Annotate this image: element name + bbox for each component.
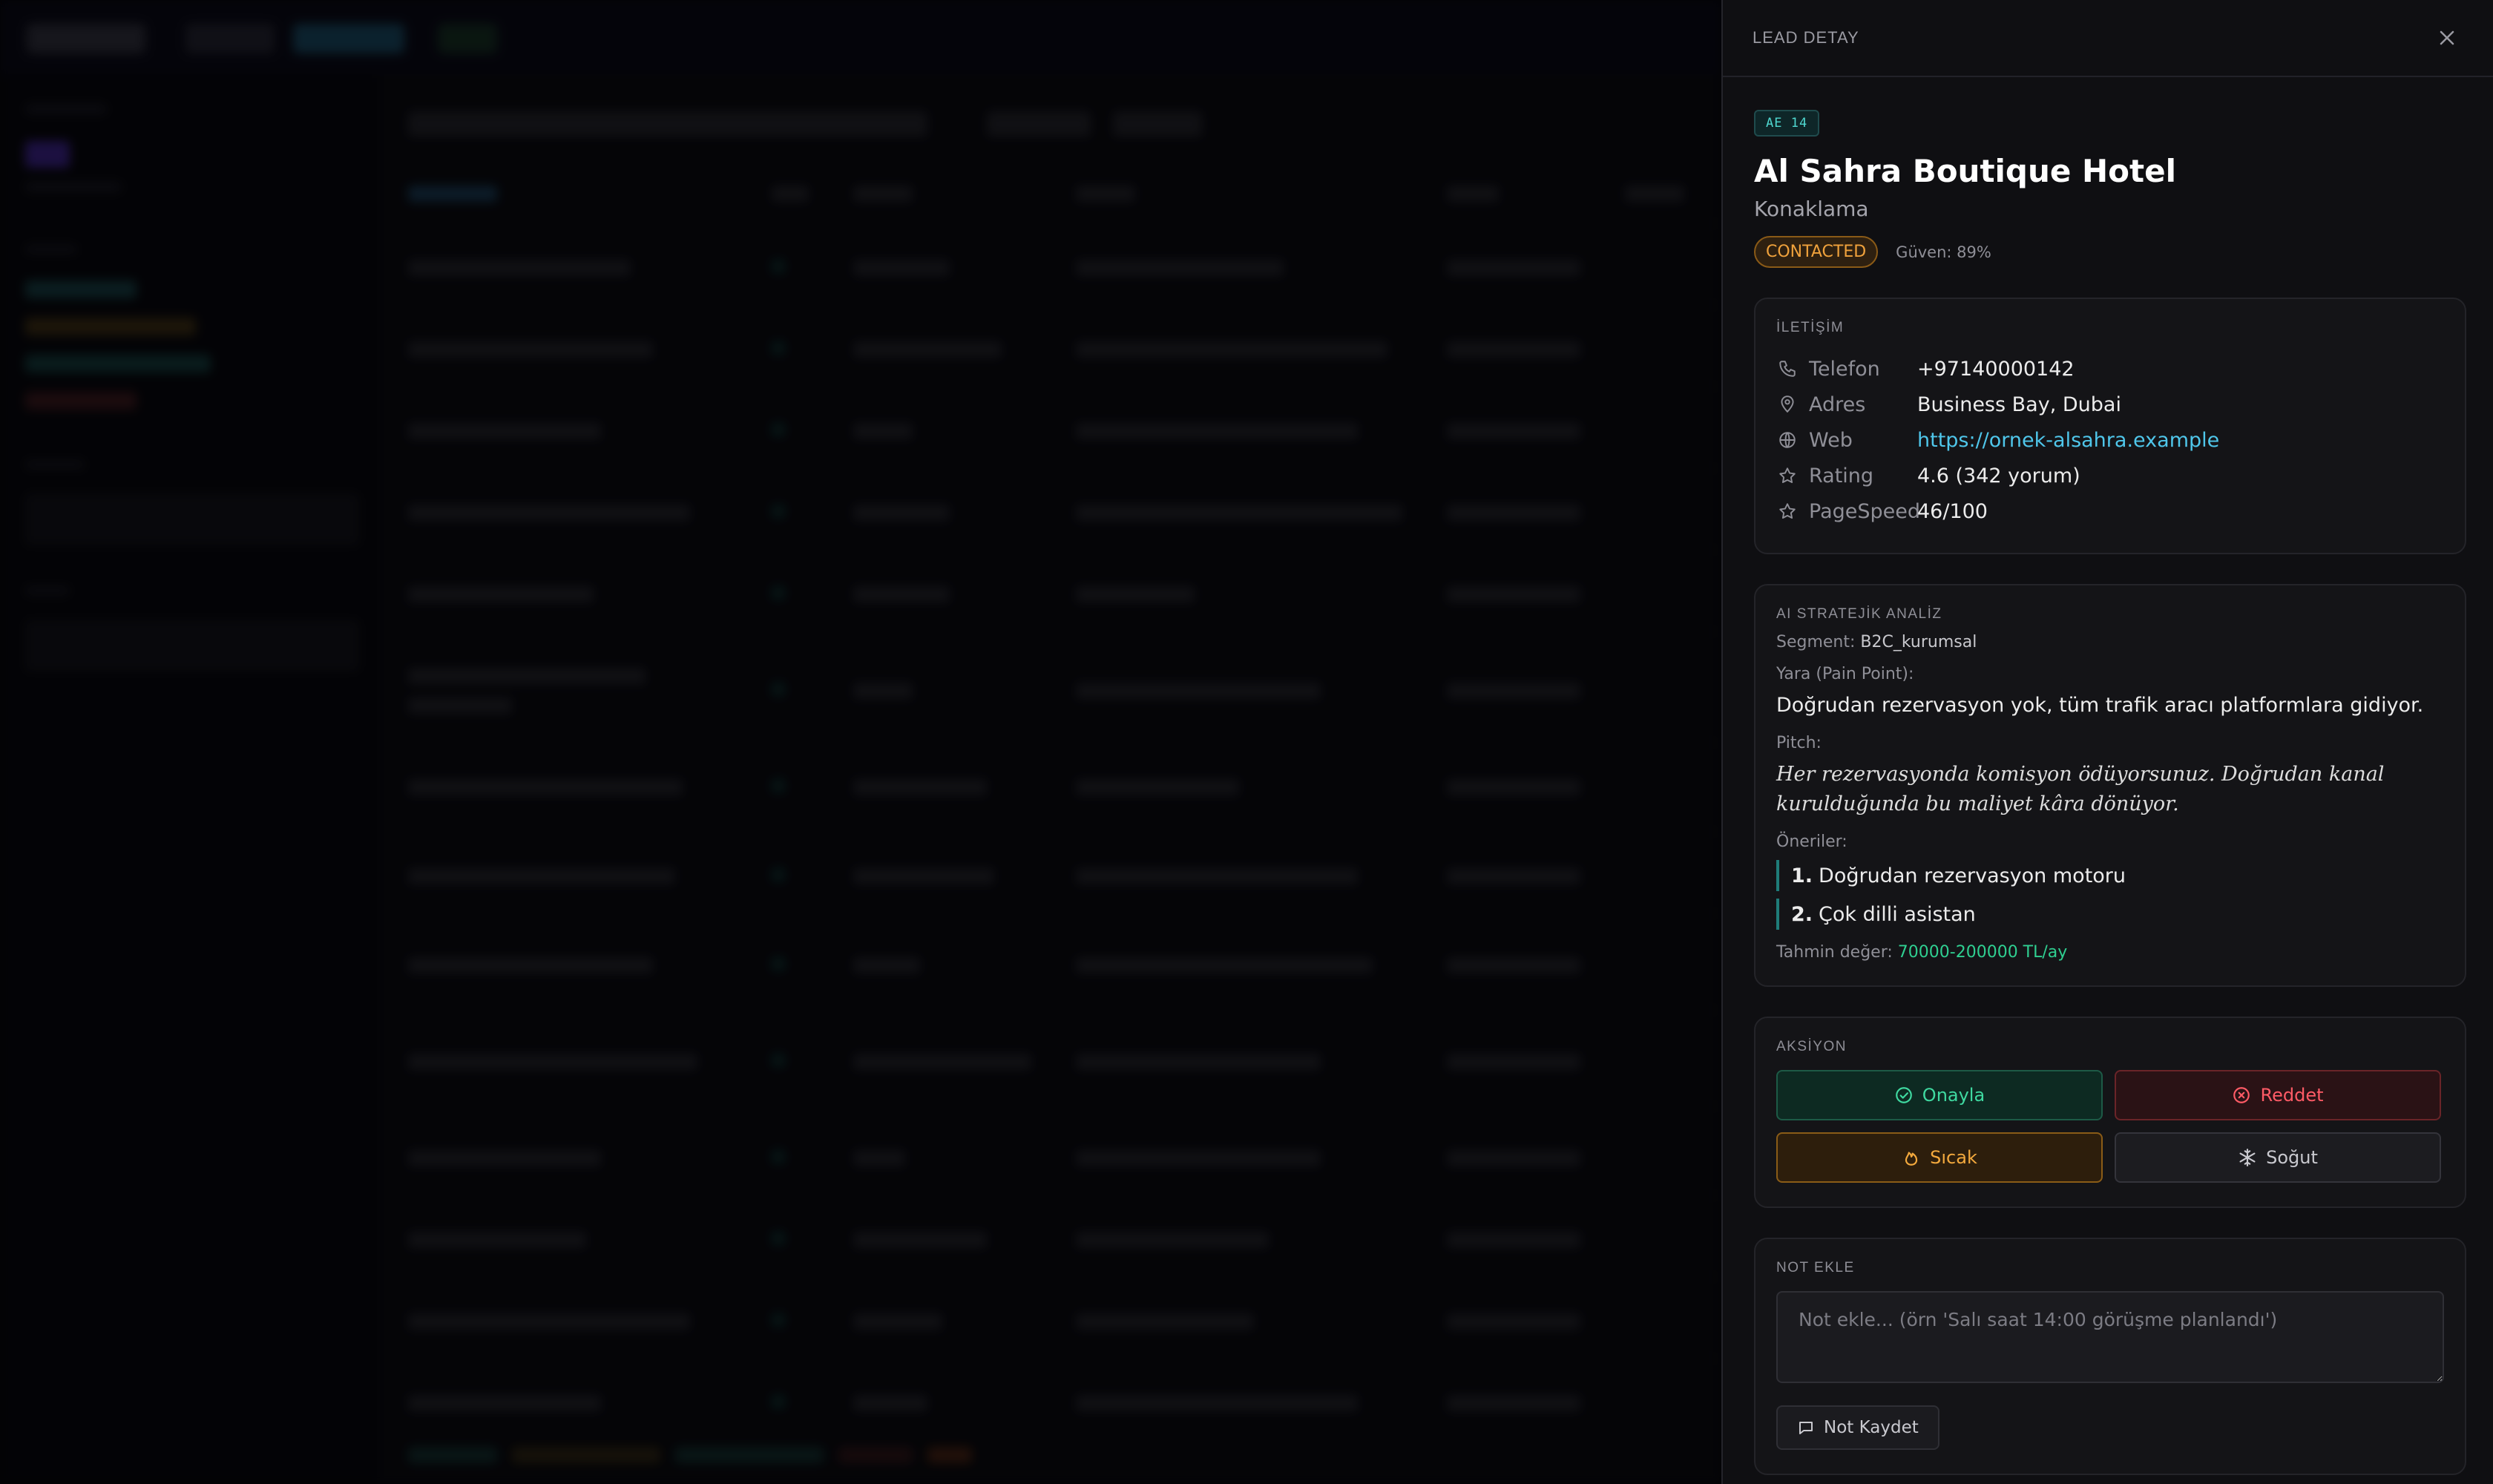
recommendation-item: 2. Çok dilli asistan — [1776, 899, 2444, 930]
ai-analysis-card: AI STRATEJİK ANALİZ Segment: B2C_kurumsa… — [1754, 584, 2466, 987]
contact-row-web: Web https://ornek-alsahra.example — [1776, 422, 2444, 458]
segment-label: Segment: — [1776, 633, 1856, 651]
drawer-header: LEAD DETAY — [1723, 0, 2493, 77]
recommendation-number: 2. — [1791, 902, 1813, 926]
approve-button[interactable]: Onayla — [1776, 1070, 2103, 1120]
contact-card: İLETİŞİM Telefon +97140000142 Adres Busi… — [1754, 298, 2466, 554]
mark-cold-button[interactable]: Soğut — [2115, 1132, 2441, 1183]
segment-line: Segment: B2C_kurumsal — [1776, 633, 2444, 651]
recommendation-text: Doğrudan rezervasyon motoru — [1819, 864, 2126, 887]
lead-category: Konaklama — [1754, 197, 1869, 221]
contact-list: Telefon +97140000142 Adres Business Bay,… — [1776, 351, 2444, 529]
confidence-score: Güven: 89% — [1896, 243, 1991, 261]
mark-hot-button[interactable]: Sıcak — [1776, 1132, 2103, 1183]
lead-detail-drawer: LEAD DETAY AE 14 Al Sahra Boutique Hotel… — [1721, 0, 2493, 1484]
close-button[interactable] — [2431, 22, 2463, 54]
actions-section-label: AKSİYON — [1776, 1039, 1847, 1054]
recommendation-text: Çok dilli asistan — [1819, 902, 1976, 926]
recommendations-list: 1. Doğrudan rezervasyon motoru 2. Çok di… — [1776, 860, 2444, 930]
estimate-value: 70000-200000 TL/ay — [1897, 943, 2068, 962]
contact-row-address: Adres Business Bay, Dubai — [1776, 387, 2444, 422]
web-label: Web — [1809, 428, 1853, 452]
phone-label: Telefon — [1809, 357, 1880, 381]
lead-id-badge: AE 14 — [1754, 110, 1820, 137]
note-section-label: NOT EKLE — [1776, 1260, 1855, 1275]
recommendations-label: Öneriler: — [1776, 833, 1847, 851]
drawer-title: LEAD DETAY — [1753, 28, 1859, 47]
contact-row-pagespeed: PageSpeed 46/100 — [1776, 493, 2444, 529]
cold-label: Soğut — [2266, 1147, 2318, 1168]
pagespeed-label: PageSpeed — [1809, 499, 1921, 523]
recommendation-number: 1. — [1791, 864, 1813, 887]
actions-grid: Onayla Reddet Sıcak Soğut — [1776, 1070, 2444, 1183]
lead-name: Al Sahra Boutique Hotel — [1754, 153, 2176, 189]
estimate-line: Tahmin değer: 70000-200000 TL/ay — [1776, 943, 2444, 962]
contact-section-label: İLETİŞİM — [1776, 320, 1845, 335]
message-icon — [1799, 1422, 1813, 1434]
pain-point-text: Doğrudan rezervasyon yok, tüm trafik ara… — [1776, 694, 2424, 717]
phone-icon — [1776, 358, 1799, 380]
segment-value: B2C_kurumsal — [1860, 633, 1977, 651]
flame-icon — [1905, 1152, 1918, 1166]
snowflake-icon — [2239, 1149, 2256, 1166]
estimate-label: Tahmin değer: — [1776, 943, 1893, 962]
note-input[interactable] — [1776, 1291, 2444, 1383]
contact-row-phone: Telefon +97140000142 — [1776, 351, 2444, 387]
star-icon — [1776, 464, 1799, 487]
save-note-label: Not Kaydet — [1824, 1418, 1919, 1437]
actions-card: AKSİYON Onayla Reddet Sıcak Soğut — [1754, 1017, 2466, 1208]
recommendation-item: 1. Doğrudan rezervasyon motoru — [1776, 860, 2444, 891]
globe-icon — [1776, 429, 1799, 451]
rating-value: 4.6 (342 yorum) — [1917, 464, 2080, 487]
location-pin-icon — [1776, 393, 1799, 416]
save-note-button[interactable]: Not Kaydet — [1776, 1405, 1939, 1450]
status-badge: CONTACTED — [1754, 236, 1879, 268]
contact-row-rating: Rating 4.6 (342 yorum) — [1776, 458, 2444, 493]
reject-label: Reddet — [2260, 1085, 2324, 1106]
ai-section-label: AI STRATEJİK ANALİZ — [1776, 606, 1942, 622]
drawer-body: AE 14 Al Sahra Boutique Hotel Konaklama … — [1723, 77, 2493, 1475]
pagespeed-value: 46/100 — [1917, 499, 1988, 523]
website-link[interactable]: https://ornek-alsahra.example — [1917, 429, 2219, 452]
status-row: CONTACTED Güven: 89% — [1754, 236, 2463, 268]
hot-label: Sıcak — [1930, 1147, 1977, 1168]
pitch-text: Her rezervasyonda komisyon ödüyorsunuz. … — [1776, 763, 2385, 815]
modal-backdrop[interactable] — [0, 0, 1721, 1484]
check-circle-icon — [1895, 1087, 1912, 1103]
address-value: Business Bay, Dubai — [1917, 393, 2121, 416]
address-label: Adres — [1809, 393, 1866, 416]
x-circle-icon — [2233, 1087, 2250, 1103]
pain-point-label: Yara (Pain Point): — [1776, 665, 1914, 683]
reject-button[interactable]: Reddet — [2115, 1070, 2441, 1120]
rating-label: Rating — [1809, 464, 1874, 487]
star-icon — [1776, 500, 1799, 522]
phone-value: +97140000142 — [1917, 357, 2075, 381]
approve-label: Onayla — [1922, 1085, 1985, 1106]
close-icon — [2440, 30, 2454, 45]
pitch-label: Pitch: — [1776, 734, 1822, 752]
note-card: NOT EKLE Not Kaydet — [1754, 1238, 2466, 1475]
